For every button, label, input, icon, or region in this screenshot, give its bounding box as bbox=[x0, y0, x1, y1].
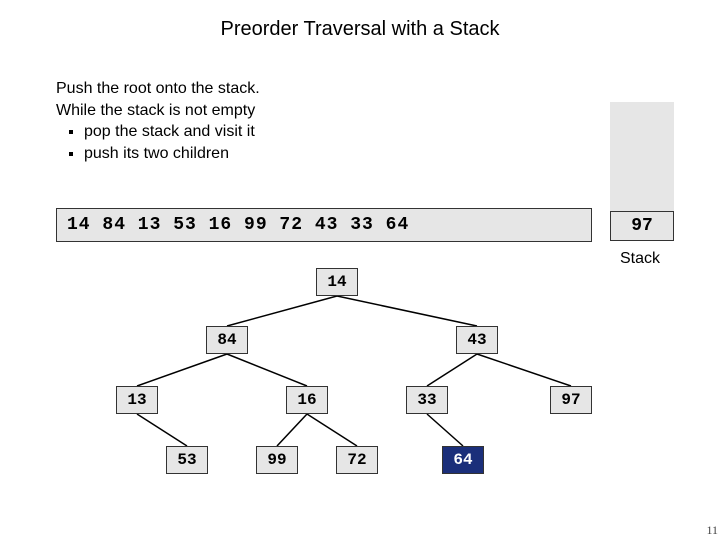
tree-node-72: 72 bbox=[336, 446, 378, 474]
visit-sequence-row: 14 84 13 53 16 99 72 43 33 64 bbox=[56, 208, 592, 242]
tree-node-16: 16 bbox=[286, 386, 328, 414]
stack-empty-cell bbox=[610, 146, 674, 168]
tree-node-84: 84 bbox=[206, 326, 248, 354]
tree-node-64: 64 bbox=[442, 446, 484, 474]
visit-sequence: 14 84 13 53 16 99 72 43 33 64 bbox=[56, 208, 592, 242]
stack-empty-cell bbox=[610, 124, 674, 146]
algo-line-2: While the stack is not empty bbox=[56, 100, 260, 122]
stack-empty-cell bbox=[610, 168, 674, 190]
page-title: Preorder Traversal with a Stack bbox=[0, 0, 720, 41]
tree-node-97: 97 bbox=[550, 386, 592, 414]
stack-top-cell: 97 bbox=[610, 211, 674, 241]
algo-bullet-1: pop the stack and visit it bbox=[84, 121, 260, 143]
algo-bullet-2: push its two children bbox=[84, 143, 260, 165]
tree-diagram: 14 84 43 13 16 33 97 53 99 72 64 bbox=[56, 268, 656, 508]
algo-line-1: Push the root onto the stack. bbox=[56, 78, 260, 100]
tree-node-33: 33 bbox=[406, 386, 448, 414]
algorithm-text: Push the root onto the stack. While the … bbox=[56, 78, 260, 164]
tree-node-14: 14 bbox=[316, 268, 358, 296]
stack-display: 97 bbox=[610, 102, 674, 241]
stack-label: Stack bbox=[620, 250, 660, 268]
page-number: 11 bbox=[706, 523, 718, 538]
tree-node-13: 13 bbox=[116, 386, 158, 414]
stack-empty-cell bbox=[610, 190, 674, 212]
stack-empty-cell bbox=[610, 102, 674, 124]
tree-node-43: 43 bbox=[456, 326, 498, 354]
tree-node-53: 53 bbox=[166, 446, 208, 474]
tree-node-99: 99 bbox=[256, 446, 298, 474]
